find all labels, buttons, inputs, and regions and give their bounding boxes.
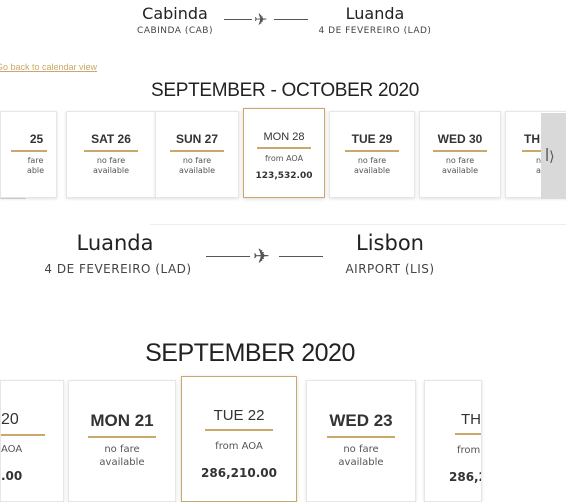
calendar-next-icon: ꟾ⟩	[545, 148, 555, 164]
leg1-route-line-left	[224, 19, 252, 20]
back-to-calendar-link[interactable]: Go back to calendar view	[0, 62, 97, 72]
fare-line2: available	[178, 166, 216, 175]
leg1-day-card-tue-29[interactable]: TUE 29 no fare available	[329, 111, 415, 198]
fare-price: 286,2	[449, 470, 481, 484]
fare-line1: from AOA	[215, 441, 263, 452]
fare-line2: available	[99, 457, 145, 468]
leg2-origin-city: Luanda	[76, 231, 154, 255]
fare-line1: from AOA	[264, 154, 304, 163]
fare-line1: no fare	[445, 156, 475, 165]
leg1-day-card-mon-28-selected[interactable]: MON 28 from AOA 123,532.00	[243, 108, 325, 198]
leg1-dest-city: Luanda	[345, 4, 405, 23]
day-underline	[433, 150, 487, 152]
fare-line2: available	[353, 166, 391, 175]
day-label: TUE 22	[213, 407, 265, 424]
fare-price: 123,532.00	[255, 171, 313, 181]
day-underline	[327, 436, 395, 438]
day-label: WED 30	[437, 132, 483, 146]
day-label: 25	[29, 132, 44, 146]
leg2-route-line-right	[279, 256, 323, 257]
leg1-dest-code: 4 DE FEVEREIRO (LAD)	[318, 26, 432, 36]
fare-line2: available	[92, 166, 130, 175]
day-underline	[345, 150, 399, 152]
leg2-dest-code: AIRPORT (LIS)	[345, 262, 435, 276]
leg2-day-card-thu[interactable]: THU from 286,2	[424, 380, 482, 502]
leg2-dest-city: Lisbon	[356, 231, 424, 255]
day-underline	[84, 150, 138, 152]
leg2-day-card-20[interactable]: 20 AOA .00	[0, 380, 64, 502]
section-divider	[150, 224, 566, 225]
day-label: 20	[1, 411, 19, 428]
day-underline	[170, 150, 224, 152]
fare-line2: able	[26, 166, 45, 175]
fare-line1: no fare	[343, 444, 379, 455]
fare-price: 286,210.00	[201, 466, 277, 480]
fare-line1: no fare	[96, 156, 126, 165]
day-label: WED 23	[329, 411, 393, 430]
day-underline	[88, 436, 156, 438]
day-label: SAT 26	[91, 132, 131, 146]
fare-line1: no fare	[182, 156, 212, 165]
fare-line2: available	[441, 166, 479, 175]
fare-line2: available	[338, 457, 384, 468]
leg1-day-card-sat-26[interactable]: SAT 26 no fare available	[66, 111, 156, 198]
leg2-route-line-left	[206, 256, 250, 257]
fare-line1: fare	[27, 156, 44, 165]
fare-line1: AOA	[1, 444, 23, 455]
leg2-origin-code: 4 DE FEVEREIRO (LAD)	[44, 262, 192, 276]
airplane-icon: ✈	[254, 10, 268, 29]
calendar-next-button[interactable]: ꟾ⟩	[541, 113, 566, 199]
day-underline	[455, 433, 481, 435]
fare-line1: no fare	[357, 156, 387, 165]
fare-line1: no fare	[104, 444, 140, 455]
day-underline	[257, 147, 311, 149]
leg1-day-card-25[interactable]: 25 fare able	[0, 111, 57, 198]
leg1-origin-code: CABINDA (CAB)	[137, 26, 213, 36]
leg1-day-card-sun-27[interactable]: SUN 27 no fare available	[155, 111, 239, 198]
day-underline	[10, 150, 47, 152]
fare-line1: from	[457, 445, 481, 456]
leg1-month-title: SEPTEMBER - OCTOBER 2020	[150, 80, 420, 101]
leg2-day-card-mon-21[interactable]: MON 21 no fare available	[68, 380, 176, 502]
day-label: SUN 27	[175, 132, 219, 146]
day-label: MON 21	[90, 411, 154, 430]
leg1-day-card-wed-30[interactable]: WED 30 no fare available	[419, 111, 501, 198]
day-label: TUE 29	[351, 132, 393, 146]
airplane-icon: ✈	[253, 244, 270, 268]
day-label: THU	[461, 411, 481, 428]
leg1-route-line-right	[274, 19, 308, 20]
day-underline	[205, 429, 273, 431]
leg2-day-card-tue-22-selected[interactable]: TUE 22 from AOA 286,210.00	[181, 376, 297, 502]
day-underline	[1, 434, 45, 436]
leg2-month-title: SEPTEMBER 2020	[145, 339, 355, 367]
fare-price: .00	[1, 469, 23, 483]
leg2-day-card-wed-23[interactable]: WED 23 no fare available	[306, 380, 416, 502]
leg1-origin-city: Cabinda	[142, 4, 208, 23]
day-label: MON 28	[263, 131, 305, 143]
